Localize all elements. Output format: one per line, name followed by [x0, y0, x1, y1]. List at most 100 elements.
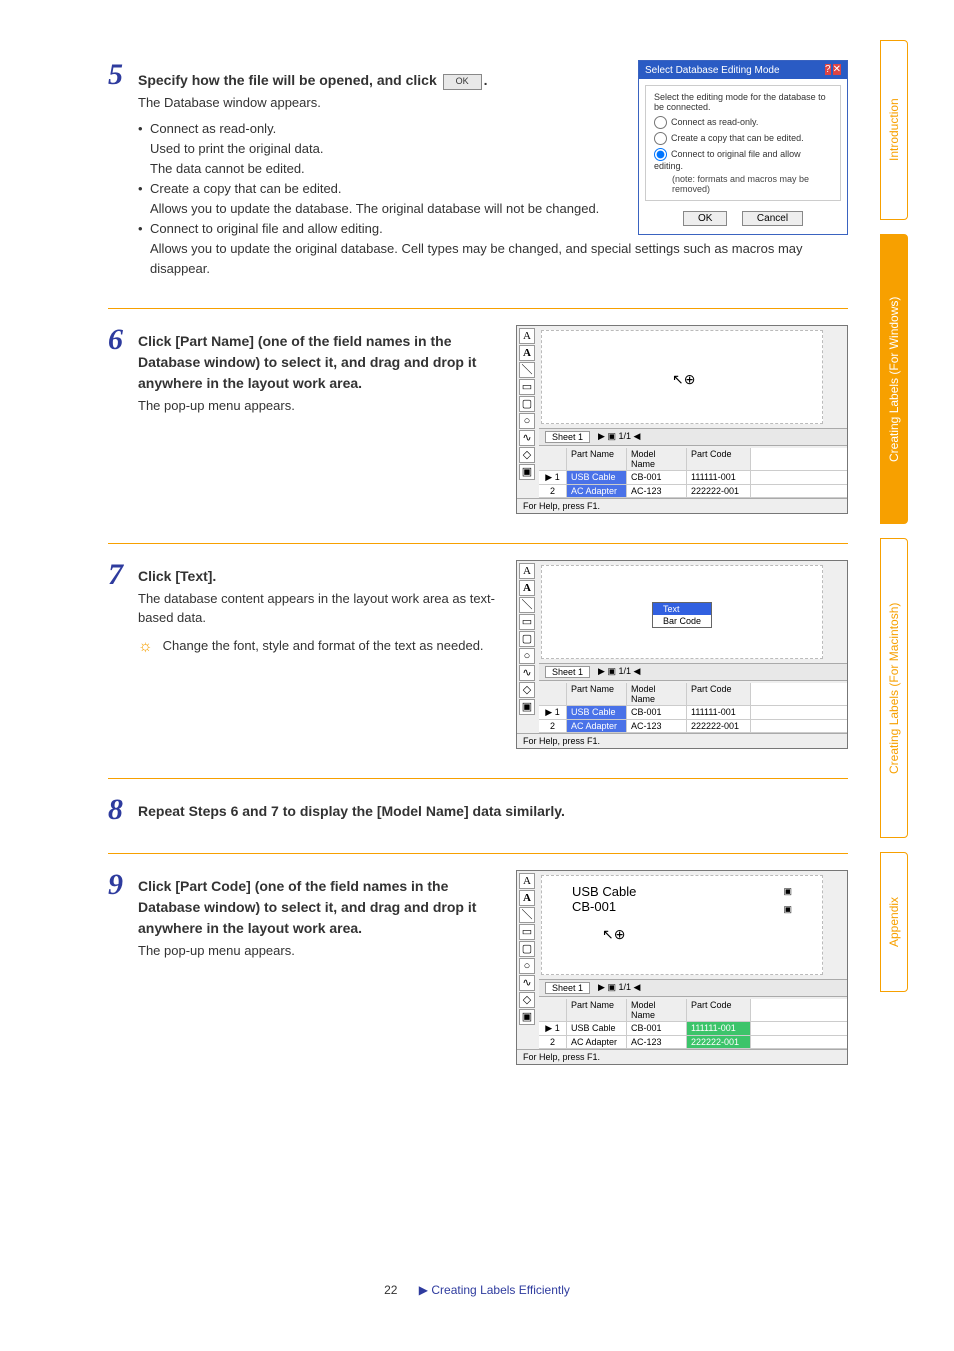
label-text-line1: USB Cable — [572, 884, 636, 899]
step7-heading: Click [Text]. — [138, 566, 508, 587]
step5-li2a: Allows you to update the database. The o… — [150, 199, 848, 219]
main-content: Select Database Editing Mode ?✕ Select t… — [108, 60, 848, 1108]
step5-li3: Connect to original file and allow editi… — [150, 221, 383, 236]
close-button[interactable]: ✕ — [833, 64, 841, 75]
divider — [108, 778, 848, 779]
dialog-title: Select Database Editing Mode — [645, 65, 780, 76]
page-number: 22 — [384, 1283, 397, 1297]
tool-round-icon[interactable]: ▢ — [519, 396, 535, 412]
drag-cursor-icon: ↖⊕ — [672, 371, 695, 388]
col-part-name[interactable]: Part Name — [567, 448, 627, 470]
help-button[interactable]: ? — [825, 64, 831, 75]
database-grid[interactable]: Part Name Model Name Part Code ▶ 1 USB C… — [539, 448, 847, 498]
tool-line-icon[interactable]: ＼ — [519, 907, 535, 923]
sheet-tab[interactable]: Sheet 1 — [545, 666, 590, 678]
menu-text[interactable]: Text — [653, 603, 711, 615]
tool-a2-icon[interactable]: A — [519, 580, 535, 596]
tool-ellipse-icon[interactable]: ○ — [519, 958, 535, 974]
step-number-6: 6 — [108, 325, 138, 416]
dialog-legend: Select the editing mode for the database… — [654, 92, 832, 112]
tool-rect-icon[interactable]: ▭ — [519, 614, 535, 630]
tab-appendix[interactable]: Appendix — [880, 852, 908, 992]
tool-round-icon[interactable]: ▢ — [519, 631, 535, 647]
step8-heading: Repeat Steps 6 and 7 to display the [Mod… — [138, 801, 848, 822]
status-bar: For Help, press F1. — [517, 1049, 847, 1064]
ok-button-inline: OK — [443, 74, 482, 90]
step9-p1: The pop-up menu appears. — [138, 941, 508, 961]
database-grid[interactable]: Part Name Model Name Part Code ▶ 1 USB C… — [539, 999, 847, 1049]
breadcrumb-arrow-icon: ▶ — [419, 1283, 428, 1297]
step7-p1: The database content appears in the layo… — [138, 589, 508, 628]
step9-heading: Click [Part Code] (one of the field name… — [138, 876, 508, 939]
tool-line-icon[interactable]: ＼ — [519, 597, 535, 613]
tab-creating-labels-macintosh[interactable]: Creating Labels (For Macintosh) — [880, 538, 908, 838]
step-number-7: 7 — [108, 560, 138, 656]
step-number-8: 8 — [108, 795, 138, 825]
step-number-5: 5 — [108, 60, 138, 280]
screenshot-step9: A A ＼ ▭ ▢ ○ ∿ ◇ ▣ USB Cable CB-001 ↖⊕ — [516, 870, 848, 1065]
tool-a1-icon[interactable]: A — [519, 563, 535, 579]
divider — [108, 308, 848, 309]
tip-icon: ☼ — [138, 638, 153, 656]
tool-palette: A A ＼ ▭ ▢ ○ ∿ ◇ ▣ — [519, 563, 537, 715]
step5-li1: Connect as read-only. — [150, 121, 276, 136]
col-model-name[interactable]: Model Name — [627, 448, 687, 470]
tool-curve-icon[interactable]: ∿ — [519, 975, 535, 991]
tool-palette: A A ＼ ▭ ▢ ○ ∿ ◇ ▣ — [519, 873, 537, 1025]
tab-introduction[interactable]: Introduction — [880, 40, 908, 220]
tool-line-icon[interactable]: ＼ — [519, 362, 535, 378]
step5-heading: Specify how the file will be opened, and… — [138, 70, 508, 91]
drag-cursor-icon: ↖⊕ — [602, 926, 625, 943]
side-tabs: Introduction Creating Labels (For Window… — [880, 40, 916, 1006]
screenshot-step6: A A ＼ ▭ ▢ ○ ∿ ◇ ▣ ↖⊕ Sheet 1 ▶ ▣ 1/1 ◀ — [516, 325, 848, 514]
step5-li3a: Allows you to update the original databa… — [150, 239, 848, 279]
menu-barcode[interactable]: Bar Code — [653, 615, 711, 627]
page-indicator: 1/1 — [618, 982, 631, 992]
step-number-9: 9 — [108, 870, 138, 961]
database-grid[interactable]: Part Name Model Name Part Code ▶ 1 USB C… — [539, 683, 847, 733]
step6-p1: The pop-up menu appears. — [138, 396, 508, 416]
layout-canvas[interactable]: ↖⊕ — [541, 330, 823, 424]
page-indicator: 1/1 — [618, 666, 631, 676]
tool-shape-icon[interactable]: ◇ — [519, 447, 535, 463]
status-bar: For Help, press F1. — [517, 733, 847, 748]
label-text-line2: CB-001 — [572, 899, 636, 914]
tool-ellipse-icon[interactable]: ○ — [519, 648, 535, 664]
tool-rect-icon[interactable]: ▭ — [519, 924, 535, 940]
tool-rect-icon[interactable]: ▭ — [519, 379, 535, 395]
tool-shape-icon[interactable]: ◇ — [519, 682, 535, 698]
tool-curve-icon[interactable]: ∿ — [519, 430, 535, 446]
tool-a1-icon[interactable]: A — [519, 328, 535, 344]
context-menu[interactable]: Text Bar Code — [652, 602, 712, 628]
footer: 22 ▶ Creating Labels Efficiently — [0, 1283, 954, 1297]
step6-heading: Click [Part Name] (one of the field name… — [138, 331, 508, 394]
tool-frame-icon[interactable]: ▣ — [519, 699, 535, 715]
tool-curve-icon[interactable]: ∿ — [519, 665, 535, 681]
tool-a2-icon[interactable]: A — [519, 890, 535, 906]
step5-li1b: The data cannot be edited. — [150, 159, 848, 179]
layout-canvas[interactable]: Text Bar Code — [541, 565, 823, 659]
tool-a1-icon[interactable]: A — [519, 873, 535, 889]
tool-shape-icon[interactable]: ◇ — [519, 992, 535, 1008]
handle-icon: ▣ — [783, 904, 792, 915]
screenshot-step7: A A ＼ ▭ ▢ ○ ∿ ◇ ▣ Text Bar Code — [516, 560, 848, 749]
tab-creating-labels-windows[interactable]: Creating Labels (For Windows) — [880, 234, 908, 524]
tool-palette: A A ＼ ▭ ▢ ○ ∿ ◇ ▣ — [519, 328, 537, 480]
handle-icon: ▣ — [783, 886, 792, 897]
step5-p1: The Database window appears. — [138, 93, 508, 113]
tool-a2-icon[interactable]: A — [519, 345, 535, 361]
status-bar: For Help, press F1. — [517, 498, 847, 513]
tool-round-icon[interactable]: ▢ — [519, 941, 535, 957]
sheet-tab[interactable]: Sheet 1 — [545, 431, 590, 443]
footer-crumb[interactable]: Creating Labels Efficiently — [431, 1283, 570, 1297]
sheet-tab[interactable]: Sheet 1 — [545, 982, 590, 994]
step7-tip: Change the font, style and format of the… — [163, 638, 484, 653]
tool-ellipse-icon[interactable]: ○ — [519, 413, 535, 429]
divider — [108, 853, 848, 854]
tool-frame-icon[interactable]: ▣ — [519, 464, 535, 480]
tool-frame-icon[interactable]: ▣ — [519, 1009, 535, 1025]
layout-canvas[interactable]: USB Cable CB-001 ↖⊕ ▣ ▣ — [541, 875, 823, 975]
col-part-code[interactable]: Part Code — [687, 448, 751, 470]
divider — [108, 543, 848, 544]
step5-li1a: Used to print the original data. — [150, 139, 848, 159]
